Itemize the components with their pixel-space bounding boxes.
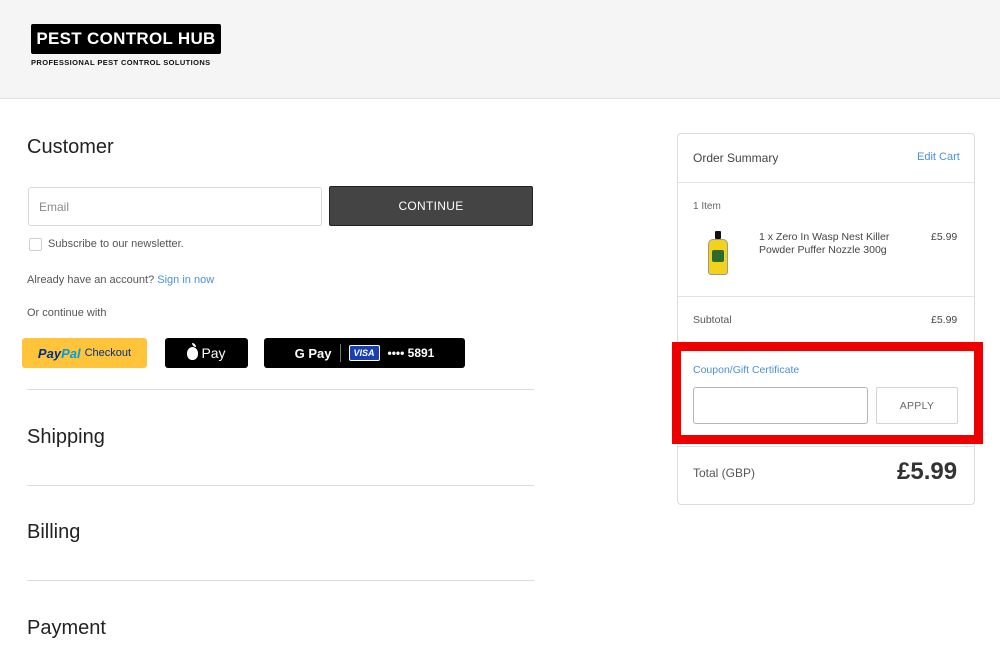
section-divider (27, 389, 534, 390)
visa-card-icon: VISA (348, 345, 380, 361)
total-label: Total (GBP) (693, 466, 756, 480)
continue-button[interactable]: CONTINUE (329, 186, 533, 226)
newsletter-label: Subscribe to our newsletter. (48, 238, 184, 250)
bottle-nozzle (715, 231, 721, 239)
newsletter-checkbox[interactable] (29, 238, 42, 251)
summary-divider (678, 296, 974, 297)
google-pay-button[interactable]: G Pay VISA •••• 5891 (264, 338, 465, 368)
paypal-logo-pal: Pal (61, 345, 81, 361)
paypal-logo-pay: Pay (37, 345, 62, 361)
bottle-label (712, 250, 724, 262)
total-value: £5.99 (897, 458, 958, 485)
payment-title: Payment (27, 617, 106, 639)
subtotal-value: £5.99 (931, 314, 958, 326)
billing-title: Billing (27, 521, 81, 543)
gpay-separator (339, 344, 341, 362)
product-name: 1 x Zero In Wasp Nest Killer Powder Puff… (759, 231, 890, 256)
subtotal-label: Subtotal (693, 314, 732, 326)
summary-divider (678, 182, 974, 183)
paypal-checkout-button[interactable]: PayPal Checkout (22, 338, 147, 368)
or-continue-text: Or continue with (27, 307, 107, 319)
paypal-logo: PayPal (38, 346, 81, 361)
logo-title: PEST CONTROL HUB (31, 24, 221, 54)
account-prompt: Already have an account? (27, 274, 155, 286)
product-thumbnail (706, 231, 730, 276)
apple-icon (187, 342, 199, 360)
site-logo[interactable]: PEST CONTROL HUB PROFESSIONAL PEST CONTR… (31, 24, 221, 67)
shipping-title: Shipping (27, 426, 105, 448)
section-divider (27, 485, 534, 486)
item-count: 1 Item (693, 201, 721, 212)
product-price: £5.99 (931, 231, 958, 243)
edit-cart-link[interactable]: Edit Cart (917, 151, 960, 163)
paypal-checkout-label: Checkout (84, 347, 132, 359)
coupon-highlight-box (672, 342, 983, 444)
bottle-body (708, 239, 728, 275)
logo-subtitle: PROFESSIONAL PEST CONTROL SOLUTIONS (31, 58, 211, 67)
site-header: PEST CONTROL HUB PROFESSIONAL PEST CONTR… (0, 0, 1000, 99)
order-summary-title: Order Summary (693, 151, 779, 165)
customer-title: Customer (27, 136, 114, 158)
card-last-digits: •••• 5891 (387, 346, 435, 360)
sign-in-link[interactable]: Sign in now (157, 274, 214, 286)
email-input[interactable] (28, 187, 322, 226)
apple-pay-button[interactable]: Pay (165, 338, 248, 368)
google-pay-label: G Pay (294, 345, 332, 361)
apple-pay-label: Pay (201, 345, 226, 361)
summary-divider (678, 446, 974, 447)
account-prompt-line: Already have an account? Sign in now (27, 274, 214, 286)
section-divider (27, 580, 534, 581)
